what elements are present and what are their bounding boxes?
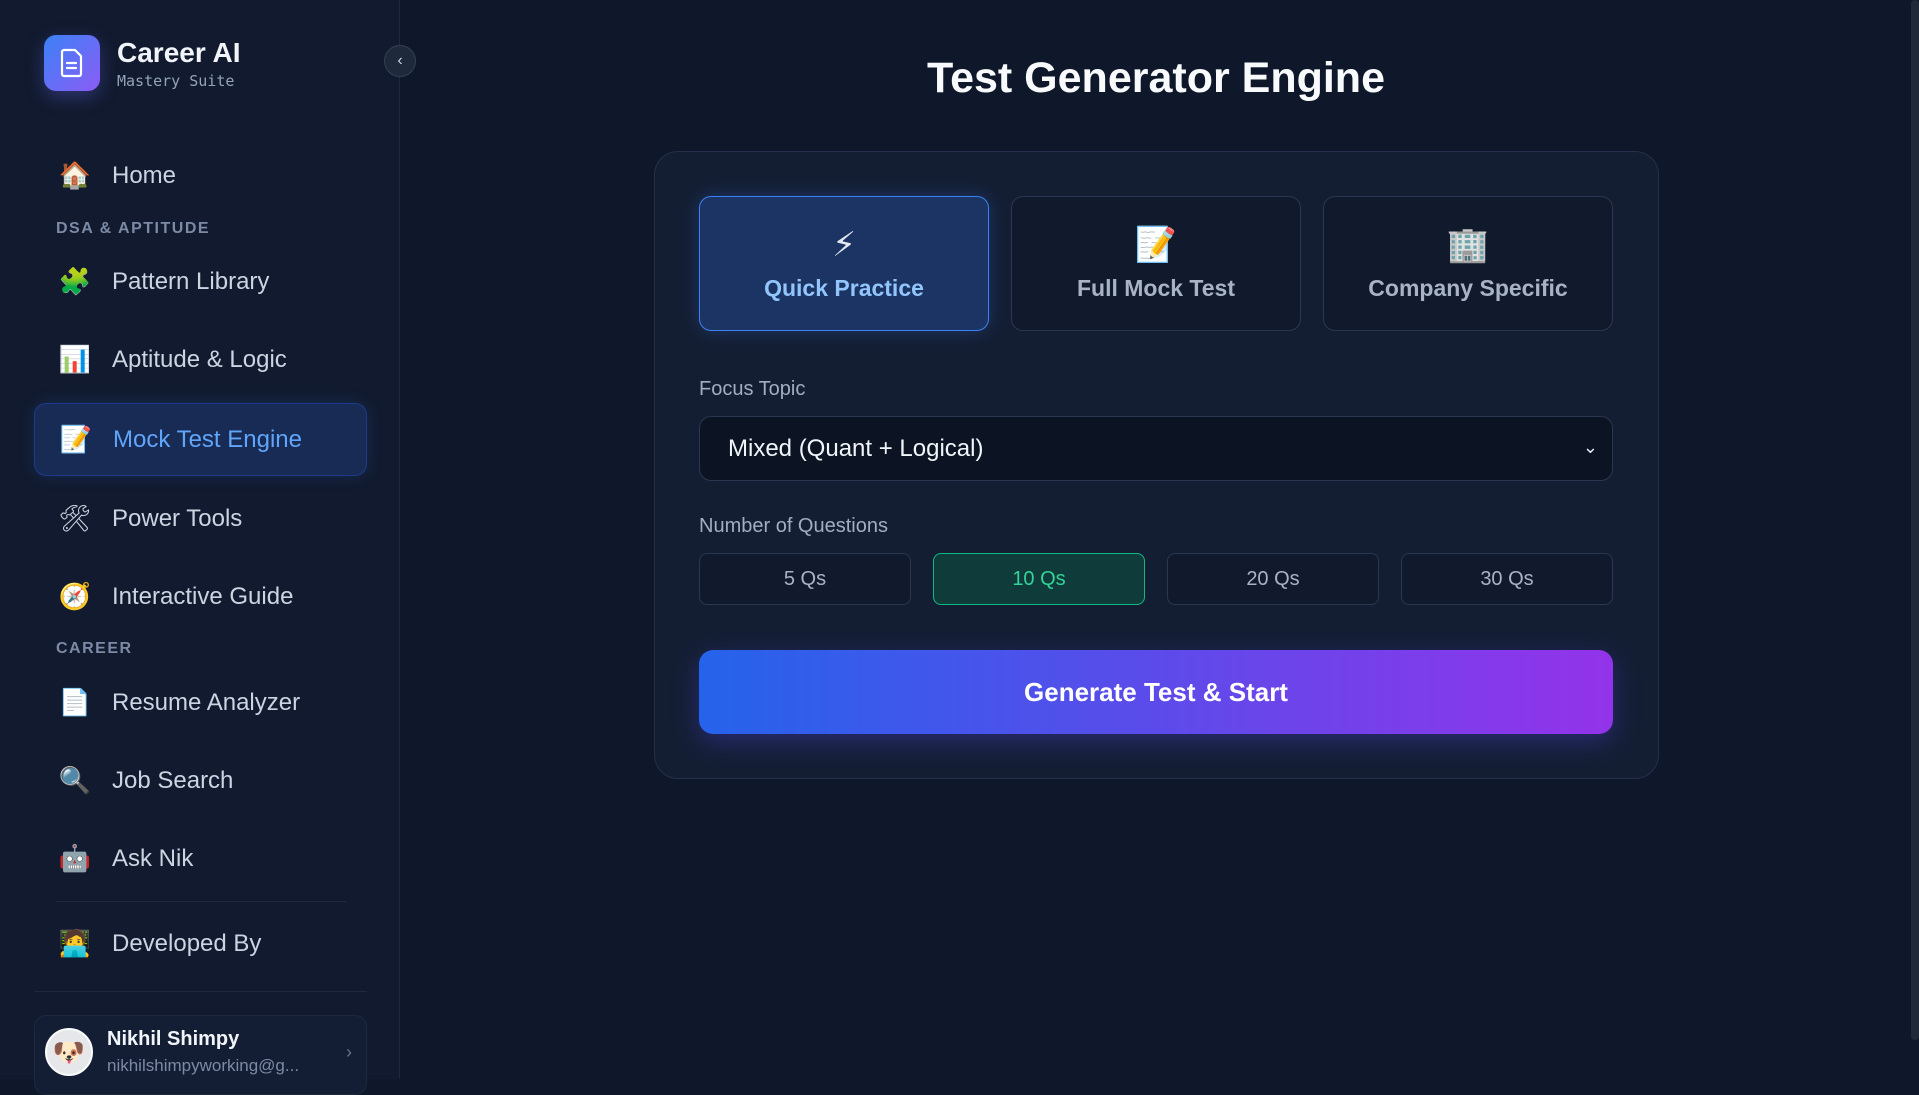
chevron-down-icon: ⌄ <box>1582 437 1598 457</box>
avatar: 🐶 <box>45 1028 93 1076</box>
generate-test-button[interactable]: Generate Test & Start <box>699 650 1613 734</box>
brand-subtitle: Mastery Suite <box>117 71 235 90</box>
user-email: nikhilshimpyworking@g... <box>107 1056 300 1075</box>
divider <box>34 991 367 992</box>
sidebar-item-resume-analyzer[interactable]: 📄 Resume Analyzer <box>34 666 367 739</box>
question-count-10[interactable]: 10 Qs <box>933 553 1145 605</box>
sidebar: Career AI Mastery Suite 🏠 Home DSA & APT… <box>0 0 400 1095</box>
sidebar-item-label: Mock Test Engine <box>113 425 302 453</box>
sidebar-item-pattern-library[interactable]: 🧩 Pattern Library <box>34 245 367 318</box>
compass-icon: 🧭 <box>58 581 92 611</box>
tools-icon: 🛠 <box>58 503 92 533</box>
sidebar-item-label: Interactive Guide <box>112 582 294 610</box>
lightning-icon: ⚡ <box>832 226 856 264</box>
robot-icon: 🤖 <box>58 843 92 873</box>
mode-full-mock-test[interactable]: 📝 Full Mock Test <box>1011 196 1301 331</box>
document-icon: 📄 <box>58 687 92 717</box>
user-name: Nikhil Shimpy <box>107 1028 240 1050</box>
mode-company-specific[interactable]: 🏢 Company Specific <box>1323 196 1613 331</box>
sidebar-item-label: Home <box>112 161 177 189</box>
sidebar-item-ask-nik[interactable]: 🤖 Ask Nik <box>34 822 367 895</box>
section-career: CAREER <box>56 640 133 657</box>
magnifier-icon: 🔍 <box>58 765 92 795</box>
sidebar-item-mock-test-engine[interactable]: 📝 Mock Test Engine <box>34 403 367 476</box>
sidebar-item-label: Aptitude & Logic <box>112 345 287 373</box>
chevron-left-icon: ‹ <box>397 52 403 69</box>
sidebar-item-interactive-guide[interactable]: 🧭 Interactive Guide <box>34 560 367 633</box>
developer-icon: 🧑‍💻 <box>58 928 92 958</box>
questions-label: Number of Questions <box>699 515 888 537</box>
puzzle-icon: 🧩 <box>58 266 92 296</box>
memo-icon: 📝 <box>59 424 93 454</box>
user-profile-card[interactable]: 🐶 Nikhil Shimpy nikhilshimpyworking@g...… <box>34 1015 367 1095</box>
sidebar-item-label: Job Search <box>112 766 234 794</box>
page-title: Test Generator Engine <box>927 54 1385 102</box>
mode-quick-practice[interactable]: ⚡ Quick Practice <box>699 196 989 331</box>
collapse-sidebar-button[interactable]: ‹ <box>384 45 416 77</box>
focus-topic-select[interactable]: Mixed (Quant + Logical) ⌄ <box>699 416 1613 481</box>
memo-icon: 📝 <box>1134 226 1178 264</box>
mode-label: Company Specific <box>1368 275 1568 301</box>
document-icon <box>44 35 100 91</box>
scrollbar[interactable] <box>1911 0 1919 1040</box>
sidebar-item-job-search[interactable]: 🔍 Job Search <box>34 744 367 817</box>
building-icon: 🏢 <box>1446 226 1490 264</box>
test-generator-card: ⚡ Quick Practice 📝 Full Mock Test 🏢 Comp… <box>654 151 1659 779</box>
mode-label: Full Mock Test <box>1076 275 1236 301</box>
sidebar-item-developed-by[interactable]: 🧑‍💻 Developed By <box>34 907 367 980</box>
brand[interactable]: Career AI Mastery Suite <box>44 35 240 91</box>
home-icon: 🏠 <box>58 160 92 190</box>
question-count-20[interactable]: 20 Qs <box>1167 553 1379 605</box>
chevron-right-icon: › <box>346 1042 352 1062</box>
focus-topic-label: Focus Topic <box>699 378 806 400</box>
mode-label: Quick Practice <box>764 275 924 301</box>
sidebar-item-aptitude-logic[interactable]: 📊 Aptitude & Logic <box>34 323 367 396</box>
bar-chart-icon: 📊 <box>58 344 92 374</box>
brand-title: Career AI <box>117 36 241 68</box>
question-count-30[interactable]: 30 Qs <box>1401 553 1613 605</box>
question-count-5[interactable]: 5 Qs <box>699 553 911 605</box>
sidebar-item-label: Resume Analyzer <box>112 688 301 716</box>
sidebar-item-label: Power Tools <box>112 504 243 532</box>
divider <box>56 901 346 902</box>
sidebar-item-label: Developed By <box>112 929 262 957</box>
sidebar-item-label: Ask Nik <box>112 844 194 872</box>
sidebar-item-power-tools[interactable]: 🛠 Power Tools <box>34 482 367 555</box>
section-dsa-aptitude: DSA & APTITUDE <box>56 220 211 237</box>
sidebar-item-label: Pattern Library <box>112 267 270 295</box>
sidebar-item-home[interactable]: 🏠 Home <box>34 139 367 212</box>
focus-topic-value: Mixed (Quant + Logical) <box>728 434 984 462</box>
